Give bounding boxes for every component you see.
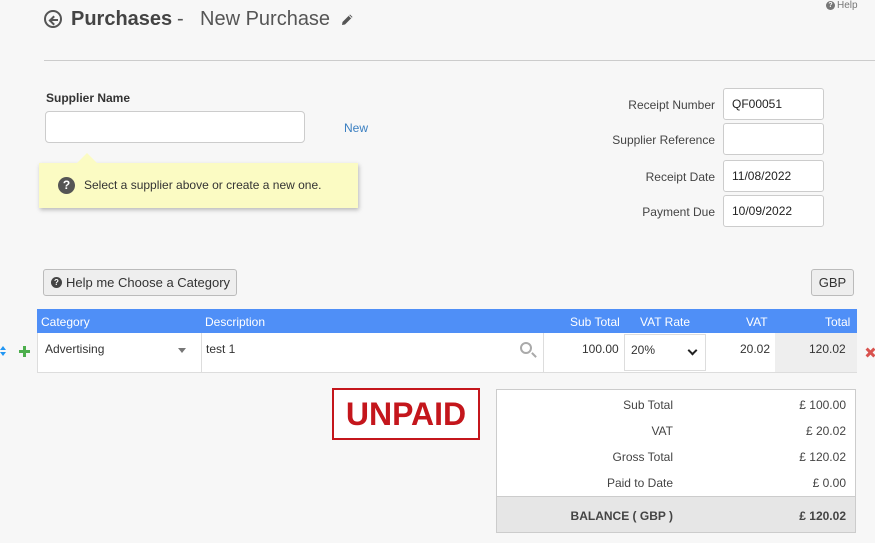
sub-total-input[interactable]: 100.00 (582, 342, 619, 356)
supplier-name-label: Supplier Name (46, 91, 131, 105)
total-value: 120.02 (809, 342, 846, 356)
payment-due-input[interactable] (723, 195, 824, 227)
gross-total-label: Gross Total (612, 450, 673, 464)
title-separator: - (177, 8, 184, 30)
totals-panel: Sub Total £ 100.00 VAT £ 20.02 Gross Tot… (496, 389, 856, 533)
receipt-number-label: Receipt Number (628, 98, 715, 112)
col-description: Description (205, 315, 266, 329)
pencil-icon[interactable] (341, 13, 354, 26)
question-icon: ? (51, 277, 62, 288)
col-category: Category (41, 315, 90, 329)
question-icon: ? (826, 1, 835, 10)
receipt-date-label: Receipt Date (645, 170, 715, 184)
balance-row: BALANCE ( GBP ) £ 120.02 (497, 496, 855, 532)
sub-total-label: Sub Total (623, 398, 673, 412)
help-link[interactable]: ? Help (826, 0, 858, 11)
line-items-header: Category Description Sub Total VAT Rate … (37, 309, 857, 333)
add-row-icon[interactable] (19, 346, 30, 357)
gross-total-value: £ 120.02 (799, 450, 846, 464)
new-supplier-link[interactable]: New (344, 121, 368, 135)
supplier-reference-input[interactable] (723, 123, 824, 155)
col-total: Total (825, 315, 851, 329)
page-subtitle: New Purchase (200, 8, 331, 30)
total-cell: 120.02 (775, 333, 857, 372)
col-vat: VAT (746, 315, 768, 329)
receipt-date-input[interactable] (723, 160, 824, 192)
balance-label: BALANCE ( GBP ) (570, 509, 673, 523)
page-title: Purchases (71, 8, 173, 30)
back-arrow-icon[interactable] (44, 10, 62, 28)
supplier-name-input[interactable] (45, 111, 305, 143)
vat-value: £ 20.02 (805, 424, 846, 438)
vat-input[interactable]: 20.02 (740, 342, 770, 356)
question-icon: ? (58, 177, 75, 194)
currency-button[interactable]: GBP (811, 269, 854, 296)
col-sub-total: Sub Total (570, 315, 620, 329)
supplier-reference-label: Supplier Reference (612, 133, 715, 147)
chevron-down-icon (687, 345, 698, 356)
paid-to-date-value: £ 0.00 (812, 476, 846, 490)
category-select[interactable]: Advertising (45, 342, 104, 356)
sub-total-value: £ 100.00 (799, 398, 846, 412)
balance-value: £ 120.02 (799, 509, 846, 523)
header-divider (44, 60, 875, 61)
vat-label: VAT (651, 424, 673, 438)
status-badge: UNPAID (332, 388, 480, 440)
remove-row-icon[interactable] (866, 348, 875, 357)
description-input[interactable]: test 1 (206, 342, 235, 356)
supplier-tip-text: Select a supplier above or create a new … (84, 178, 322, 192)
receipt-number-input[interactable] (723, 88, 824, 120)
supplier-tip: ? Select a supplier above or create a ne… (39, 153, 358, 208)
table-row: Advertising test 1 100.00 20% 20.02 120.… (37, 333, 857, 373)
help-choose-category-button[interactable]: ? Help me Choose a Category (43, 269, 237, 296)
col-vat-rate: VAT Rate (640, 315, 691, 329)
move-row-icon[interactable] (0, 345, 6, 357)
search-icon[interactable] (520, 342, 532, 354)
paid-to-date-label: Paid to Date (606, 476, 673, 490)
payment-due-label: Payment Due (642, 205, 715, 219)
chevron-down-icon (178, 348, 186, 353)
vat-rate-select[interactable]: 20% (624, 334, 706, 371)
